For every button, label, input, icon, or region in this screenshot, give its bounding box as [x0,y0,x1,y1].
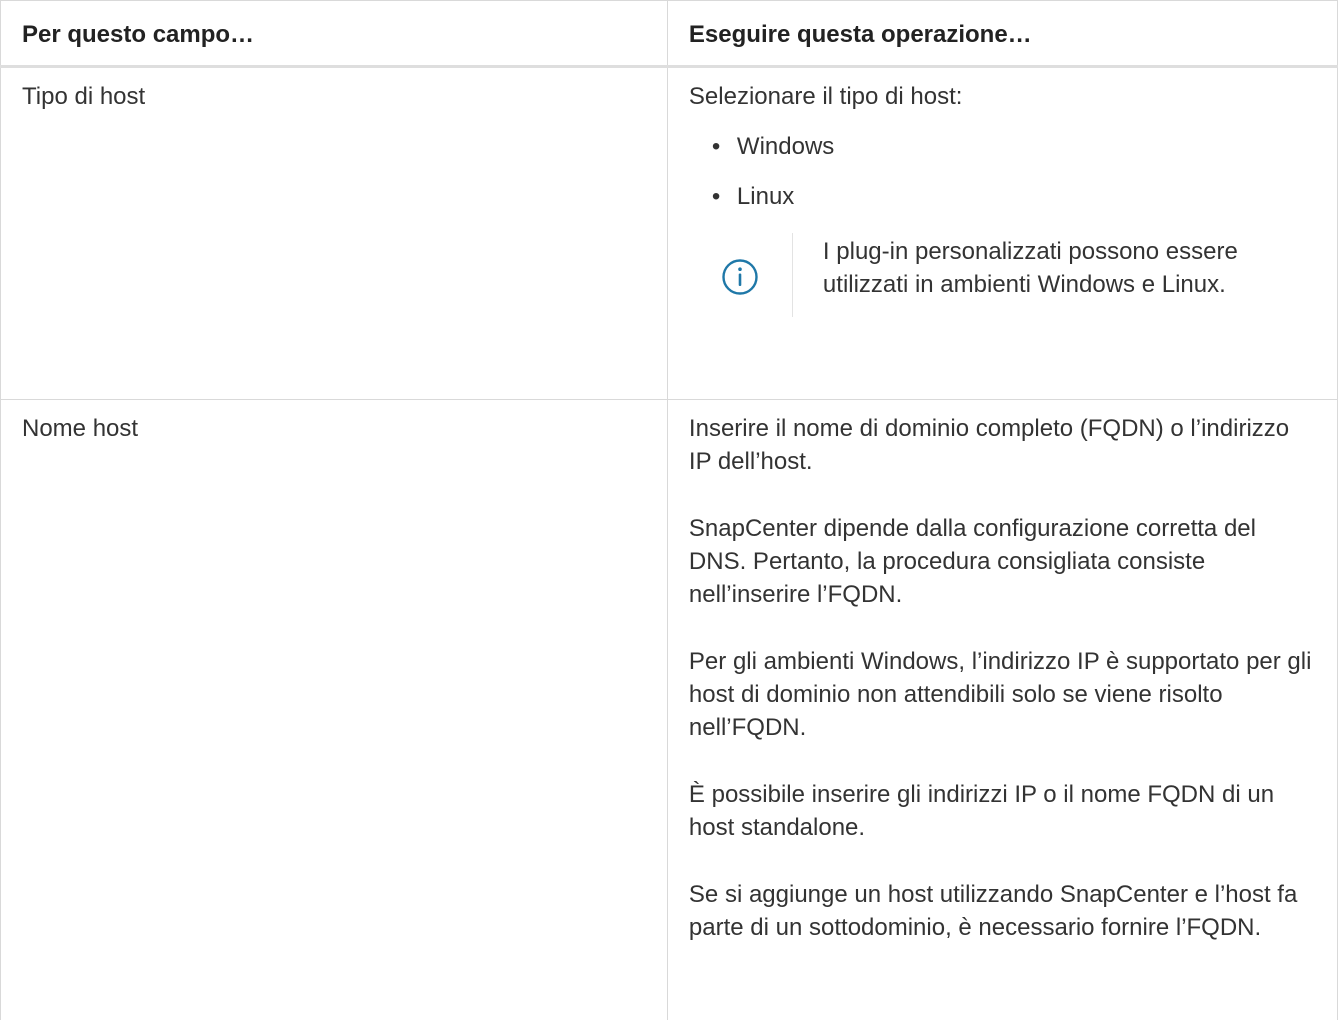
paragraph: Per gli ambienti Windows, l’indirizzo IP… [688,648,1312,741]
field-name: Tipo di host [22,83,146,110]
paragraph: SnapCenter dipende dalla configurazione … [688,515,1256,608]
list-item: • Windows [712,130,1317,163]
header-field: Per questo campo… [0,0,668,68]
paragraph: Inserire il nome di dominio completo (FQ… [688,415,1290,475]
table-header-row: Per questo campo… Eseguire questa operaz… [0,0,1338,68]
host-type-options-list: • Windows • Linux [689,130,1317,213]
action-cell: Selezionare il tipo di host: • Windows •… [666,66,1338,400]
info-note: I plug-in personalizzati possono essere … [689,233,1317,317]
info-circle-icon [722,259,759,295]
action-cell: Inserire il nome di dominio completo (FQ… [666,399,1338,1020]
bullet-icon: • [711,183,721,210]
bullet-icon: • [711,133,721,160]
note-text: I plug-in personalizzati possono essere … [822,238,1238,298]
field-instructions-table: Per questo campo… Eseguire questa operaz… [0,0,1338,1020]
field-name: Nome host [22,415,139,442]
option-label: Windows [736,133,835,160]
list-item: • Linux [712,180,1317,213]
host-type-intro: Selezionare il tipo di host: [688,83,963,110]
note-icon-column [689,233,793,317]
paragraph: È possibile inserire gli indirizzi IP o … [688,781,1275,841]
field-cell: Nome host [0,399,668,1020]
paragraph: Se si aggiunge un host utilizzando SnapC… [688,881,1298,941]
field-cell: Tipo di host [0,66,668,400]
table-row: Nome host Inserire il nome di dominio co… [0,399,1338,1020]
header-action: Eseguire questa operazione… [666,0,1338,68]
table-row: Tipo di host Selezionare il tipo di host… [0,66,1338,400]
option-label: Linux [736,183,795,210]
